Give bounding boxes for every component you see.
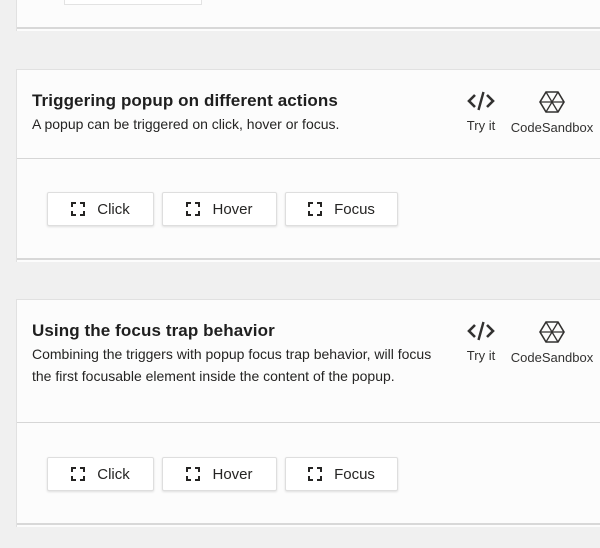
codesandbox-label: CodeSandbox [510, 350, 594, 365]
expand-icon [71, 202, 86, 216]
button-label: Click [97, 465, 130, 483]
try-it-label: Try it [466, 348, 496, 363]
example-description: A popup can be triggered on click, hover… [32, 116, 340, 132]
button-label: Click [97, 200, 130, 218]
button-label: Hover [212, 465, 253, 483]
card-bottom-border [17, 27, 600, 29]
focus-trigger-button[interactable]: Focus [285, 192, 398, 226]
expand-icon [308, 202, 323, 216]
card-bottom-border [17, 258, 600, 260]
example-description: Combining the triggers with popup focus … [32, 346, 432, 384]
try-it-label: Try it [466, 118, 496, 133]
button-label: Focus [334, 200, 375, 218]
hover-trigger-button[interactable]: Hover [162, 192, 277, 226]
code-icon [467, 321, 495, 341]
try-it-button[interactable]: Try it [457, 90, 505, 133]
card-bottom-border [17, 523, 600, 525]
button-label: Focus [334, 465, 375, 483]
expand-icon [71, 467, 86, 481]
focus-trigger-button[interactable]: Focus [285, 457, 398, 491]
codesandbox-cube-icon [539, 321, 565, 343]
click-trigger-button[interactable]: Click [47, 192, 154, 226]
example-card-focus-trap: Using the focus trap behavior Combining … [16, 299, 600, 527]
try-it-button[interactable]: Try it [457, 320, 505, 363]
expand-icon [186, 467, 201, 481]
codesandbox-button[interactable]: CodeSandbox [508, 320, 596, 365]
button-label: Hover [212, 200, 253, 218]
expand-icon [186, 202, 201, 216]
codesandbox-cube-icon [539, 91, 565, 113]
previous-example-card [16, 0, 600, 31]
hover-trigger-button[interactable]: Hover [162, 457, 277, 491]
example-card-triggering: Triggering popup on different actions A … [16, 69, 600, 262]
card-divider [17, 158, 600, 159]
example-title: Triggering popup on different actions [32, 91, 338, 110]
codesandbox-label: CodeSandbox [510, 120, 594, 135]
expand-icon [308, 467, 323, 481]
codesandbox-button[interactable]: CodeSandbox [508, 90, 596, 135]
previous-example-stub [64, 0, 202, 5]
code-icon [467, 91, 495, 111]
example-title: Using the focus trap behavior [32, 321, 275, 340]
click-trigger-button[interactable]: Click [47, 457, 154, 491]
card-divider [17, 422, 600, 423]
